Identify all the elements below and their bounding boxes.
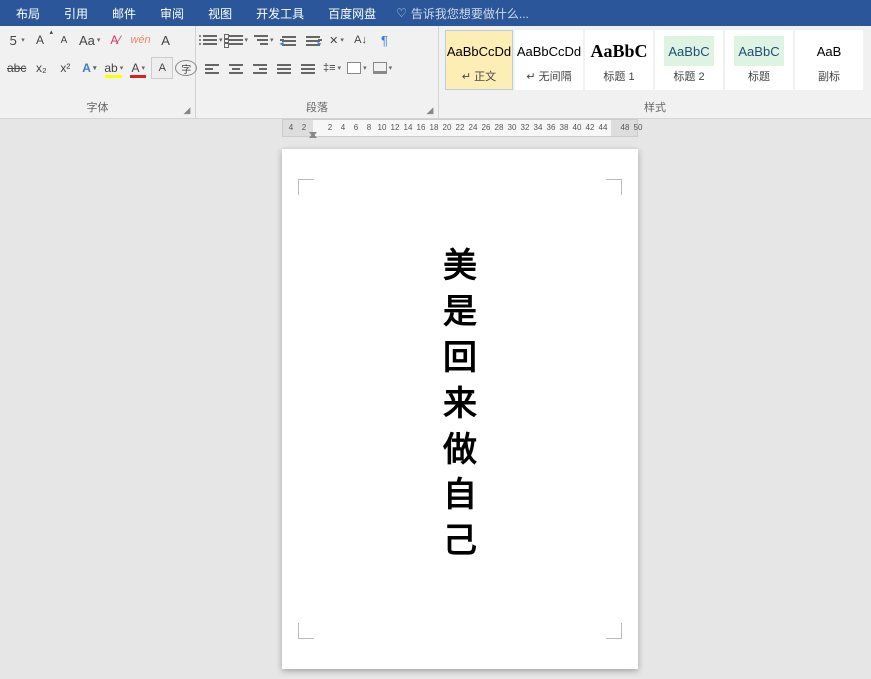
ribbon-group-font: ５▾ A A Aa▾ A⁄ wén A abc x₂ x² A▾ ab▾ A▾ … [0, 26, 196, 118]
style-label: 标题 1 [603, 68, 634, 84]
char-shading-button[interactable]: A [151, 57, 173, 79]
style-preview: AaBbC [664, 36, 713, 66]
style-label: 副标 [818, 68, 840, 84]
tell-me-search[interactable]: ♡ 告诉我您想要做什么... [396, 5, 529, 22]
font-color-button[interactable]: A▾ [127, 57, 149, 79]
ribbon-group-paragraph: ▾ ▾ ▾ ◂ ▸ ✕▾ A↓ ¶ ‡≡▾ ▾ ▾ 段落 ◢ [196, 26, 439, 118]
decrease-indent-button[interactable]: ◂ [278, 29, 300, 51]
superscript-button[interactable]: x² [54, 57, 76, 79]
borders-button[interactable]: ▾ [371, 57, 395, 79]
styles-group-label: 样式 [439, 97, 871, 118]
style-preview: AaBbC [734, 36, 783, 66]
increase-indent-button[interactable]: ▸ [302, 29, 324, 51]
menu-developer[interactable]: 开发工具 [244, 0, 316, 26]
asian-layout-button[interactable]: ✕▾ [326, 29, 348, 51]
align-right-button[interactable] [249, 57, 271, 79]
align-justify-button[interactable] [273, 57, 295, 79]
styles-gallery[interactable]: AaBbCcDd ↵ 正文 AaBbCcDd ↵ 无间隔 AaBbC 标题 1 AaBbC 标… [443, 28, 867, 94]
ribbon: ５▾ A A Aa▾ A⁄ wén A abc x₂ x² A▾ ab▾ A ▾ … [0, 26, 871, 119]
style-preview: AaBbCcDd [517, 36, 581, 66]
phonetic-guide-button[interactable]: wén [128, 29, 152, 51]
paragraph-group-label: 段落 ◢ [196, 97, 438, 118]
font-group-label: 字体 ◢ [0, 97, 195, 118]
style-card-标题 2[interactable]: AaBbC 标题 2 [655, 30, 723, 90]
style-preview: AaBbCcDd [447, 36, 511, 66]
lightbulb-icon: ♡ [396, 6, 407, 20]
char-border-button[interactable]: A [155, 29, 177, 51]
tell-me-placeholder: 告诉我您想要做什么... [411, 5, 529, 22]
menu-mailings[interactable]: 邮件 [100, 0, 148, 26]
style-card-↵ 正文[interactable]: AaBbCcDd ↵ 正文 [445, 30, 513, 90]
align-distributed-button[interactable] [297, 57, 319, 79]
change-case-button[interactable]: Aa▾ [77, 29, 102, 51]
style-card-标题 1[interactable]: AaBbC 标题 1 [585, 30, 653, 90]
style-label: ↵ 正文 [462, 68, 496, 84]
doc-char: 是 [282, 290, 638, 336]
menu-review[interactable]: 审阅 [148, 0, 196, 26]
crop-mark-br [606, 623, 622, 639]
crop-mark-bl [298, 623, 314, 639]
menu-view[interactable]: 视图 [196, 0, 244, 26]
doc-char: 美 [282, 244, 638, 290]
style-card-标题[interactable]: AaBbC 标题 [725, 30, 793, 90]
font-dialog-launcher[interactable]: ◢ [181, 104, 193, 116]
doc-char: 来 [282, 382, 638, 428]
multilevel-list-button[interactable]: ▾ [252, 29, 276, 51]
menu-baidu-disk[interactable]: 百度网盘 [316, 0, 388, 26]
font-size-button[interactable]: ５▾ [5, 29, 27, 51]
subscript-button[interactable]: x₂ [30, 57, 52, 79]
horizontal-ruler[interactable]: 4224681012141618202224262830323436384042… [282, 119, 638, 137]
align-left-button[interactable] [201, 57, 223, 79]
style-label: 标题 [748, 68, 770, 84]
crop-mark-tr [606, 179, 622, 195]
line-spacing-button[interactable]: ‡≡▾ [321, 57, 343, 79]
style-card-↵ 无间隔[interactable]: AaBbCcDd ↵ 无间隔 [515, 30, 583, 90]
bullet-list-button[interactable]: ▾ [201, 29, 225, 51]
style-preview: AaB [817, 36, 842, 66]
crop-mark-tl [298, 179, 314, 195]
style-preview: AaBbC [590, 36, 647, 66]
paragraph-dialog-launcher[interactable]: ◢ [424, 104, 436, 116]
menu-layout[interactable]: 布局 [4, 0, 52, 26]
doc-char: 己 [282, 519, 638, 565]
document-page[interactable]: 美是回来做自己 [282, 149, 638, 669]
menu-bar: 布局 引用 邮件 审阅 视图 开发工具 百度网盘 ♡ 告诉我您想要做什么... [0, 0, 871, 26]
highlight-button[interactable]: ab▾ [102, 57, 125, 79]
shrink-font-button[interactable]: A [53, 29, 75, 51]
document-text[interactable]: 美是回来做自己 [282, 244, 638, 565]
shading-button[interactable]: ▾ [345, 57, 369, 79]
show-marks-button[interactable]: ¶ [374, 29, 396, 51]
document-area: 4224681012141618202224262830323436384042… [0, 119, 871, 678]
doc-char: 做 [282, 428, 638, 474]
style-card-副标[interactable]: AaB 副标 [795, 30, 863, 90]
grow-font-button[interactable]: A [29, 29, 51, 51]
align-center-button[interactable] [225, 57, 247, 79]
strikethrough-button[interactable]: abc [5, 57, 28, 79]
enclose-char-button[interactable]: 字 [175, 60, 197, 76]
sort-button[interactable]: A↓ [350, 29, 372, 51]
doc-char: 回 [282, 336, 638, 382]
style-label: 标题 2 [673, 68, 704, 84]
style-label: ↵ 无间隔 [526, 68, 571, 84]
numbered-list-button[interactable]: ▾ [227, 29, 251, 51]
clear-format-button[interactable]: A⁄ [104, 29, 126, 51]
text-effects-button[interactable]: A▾ [78, 57, 100, 79]
doc-char: 自 [282, 473, 638, 519]
menu-references[interactable]: 引用 [52, 0, 100, 26]
ribbon-group-styles: AaBbCcDd ↵ 正文 AaBbCcDd ↵ 无间隔 AaBbC 标题 1 AaBbC 标… [439, 26, 871, 118]
